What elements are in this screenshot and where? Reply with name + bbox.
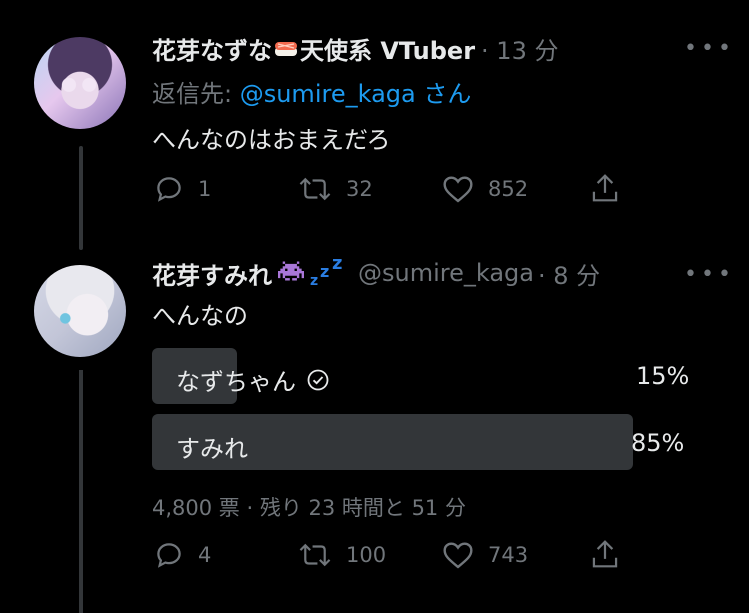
reply-prefix: 返信先:	[152, 80, 240, 108]
timestamp[interactable]: · 8 分	[538, 256, 600, 291]
poll-option-label: すみれ	[176, 435, 248, 463]
timestamp[interactable]: · 13 分	[481, 31, 558, 66]
sushi-icon	[274, 38, 298, 60]
reply-button[interactable]: 4	[154, 540, 211, 570]
display-name[interactable]: 花芽なずな	[152, 31, 272, 66]
share-button[interactable]	[590, 172, 620, 204]
poll-percent: 15%	[636, 362, 690, 390]
share-icon	[592, 174, 618, 202]
svg-text:z: z	[310, 273, 318, 287]
avatar[interactable]	[34, 265, 126, 357]
retweet-button[interactable]: 32	[298, 174, 373, 204]
retweet-icon	[299, 543, 331, 567]
space-invader-icon	[278, 260, 304, 286]
more-icon[interactable]: •••	[684, 36, 735, 61]
zzz-icon: z z z	[308, 253, 348, 291]
svg-text:z: z	[332, 255, 342, 274]
reply-icon	[157, 543, 181, 568]
reply-suffix: さん	[415, 80, 472, 108]
retweet-count: 32	[346, 177, 373, 201]
display-name-suffix[interactable]: 天使系 VTuber	[300, 31, 475, 66]
thread-connector	[79, 370, 83, 613]
like-button[interactable]: 743	[442, 540, 528, 570]
poll-option-1[interactable]: なずちゃん	[176, 362, 330, 397]
poll-summary: 4,800 票 · 残り 23 時間と 51 分	[152, 496, 466, 520]
retweet-button[interactable]: 100	[298, 540, 386, 570]
retweet-icon	[299, 177, 331, 201]
heart-icon	[443, 542, 473, 569]
display-name[interactable]: 花芽すみれ	[152, 256, 272, 291]
svg-text:z: z	[320, 262, 329, 281]
poll-percent: 85%	[631, 429, 685, 457]
thread-connector	[79, 146, 83, 250]
poll-option-label: なずちゃん	[176, 368, 296, 396]
handle[interactable]: @sumire_kaga	[358, 259, 534, 287]
like-count: 852	[488, 177, 529, 201]
reply-handle-link[interactable]: @sumire_kaga	[240, 80, 416, 108]
like-count: 743	[488, 543, 529, 567]
reply-button[interactable]: 1	[154, 174, 211, 204]
heart-icon	[443, 176, 473, 203]
retweet-count: 100	[346, 543, 387, 567]
share-icon	[592, 540, 618, 568]
tweet-header: 花芽なずな 天使系 VTuber · 13 分	[152, 31, 558, 66]
share-button[interactable]	[590, 538, 620, 570]
reply-icon	[157, 177, 181, 202]
reply-count: 4	[198, 543, 212, 567]
poll-option-2[interactable]: すみれ	[176, 429, 248, 464]
reply-count: 1	[198, 177, 212, 201]
tweet-body: へんなの	[152, 302, 248, 330]
more-icon[interactable]: •••	[684, 262, 735, 287]
avatar[interactable]	[34, 37, 126, 129]
reply-context: 返信先: @sumire_kaga さん	[152, 74, 471, 109]
tweet-header: 花芽すみれ z z z @sumire_kaga · 8 分	[152, 253, 600, 291]
tweet-body: へんなのはおまえだろ	[152, 126, 391, 154]
check-circle-icon	[306, 368, 330, 392]
like-button[interactable]: 852	[442, 174, 528, 204]
